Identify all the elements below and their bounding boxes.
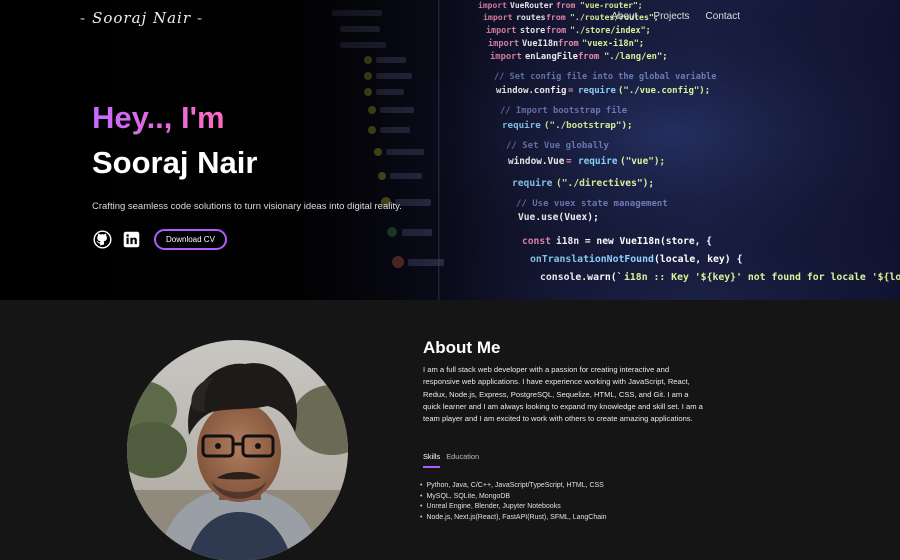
hero-name: Sooraj Nair — [92, 145, 258, 180]
linkedin-link[interactable] — [121, 230, 141, 250]
hero-section: import VueRouter from "vue-router"; impo… — [0, 0, 900, 300]
logo-left-mark: - — [80, 9, 87, 27]
download-cv-button[interactable]: Download CV — [154, 229, 227, 250]
social-links: Download CV — [92, 229, 227, 250]
hero-greeting: Hey.., I'm — [92, 100, 225, 135]
tab-education[interactable]: Education — [446, 452, 479, 468]
linkedin-icon — [123, 231, 139, 248]
about-paragraph: I am a full stack web developer with a p… — [423, 365, 703, 424]
logo-right-mark: - — [196, 9, 204, 27]
top-nav: About Projects Contact — [611, 11, 740, 22]
about-title: About Me — [423, 338, 501, 357]
github-link[interactable] — [92, 230, 112, 250]
list-item: Unreal Engine, Blender, Jupyter Notebook… — [420, 502, 607, 513]
skills-list: Python, Java, C/C++, JavaScript/TypeScri… — [420, 481, 607, 524]
about-tabs: Skills Education — [423, 452, 479, 468]
profile-photo — [127, 340, 348, 560]
list-item: MySQL, SQLite, MongoDB — [420, 492, 607, 503]
list-item: Node.js, Next.js(React), FastAPI(Rust), … — [420, 513, 606, 524]
tab-skills[interactable]: Skills — [423, 452, 441, 468]
list-item: Python, Java, C/C++, JavaScript/TypeScri… — [420, 481, 607, 492]
nav-link-contact[interactable]: Contact — [706, 11, 740, 22]
hero-tagline: Crafting seamless code solutions to turn… — [92, 201, 402, 212]
about-section: About Me I am a full stack web developer… — [0, 300, 900, 560]
nav-link-projects[interactable]: Projects — [653, 11, 689, 22]
logo-text: Sooraj Nair — [92, 9, 191, 27]
site-logo[interactable]: - Sooraj Nair - — [80, 6, 203, 30]
nav-link-about[interactable]: About — [611, 11, 637, 22]
github-icon — [92, 230, 112, 249]
